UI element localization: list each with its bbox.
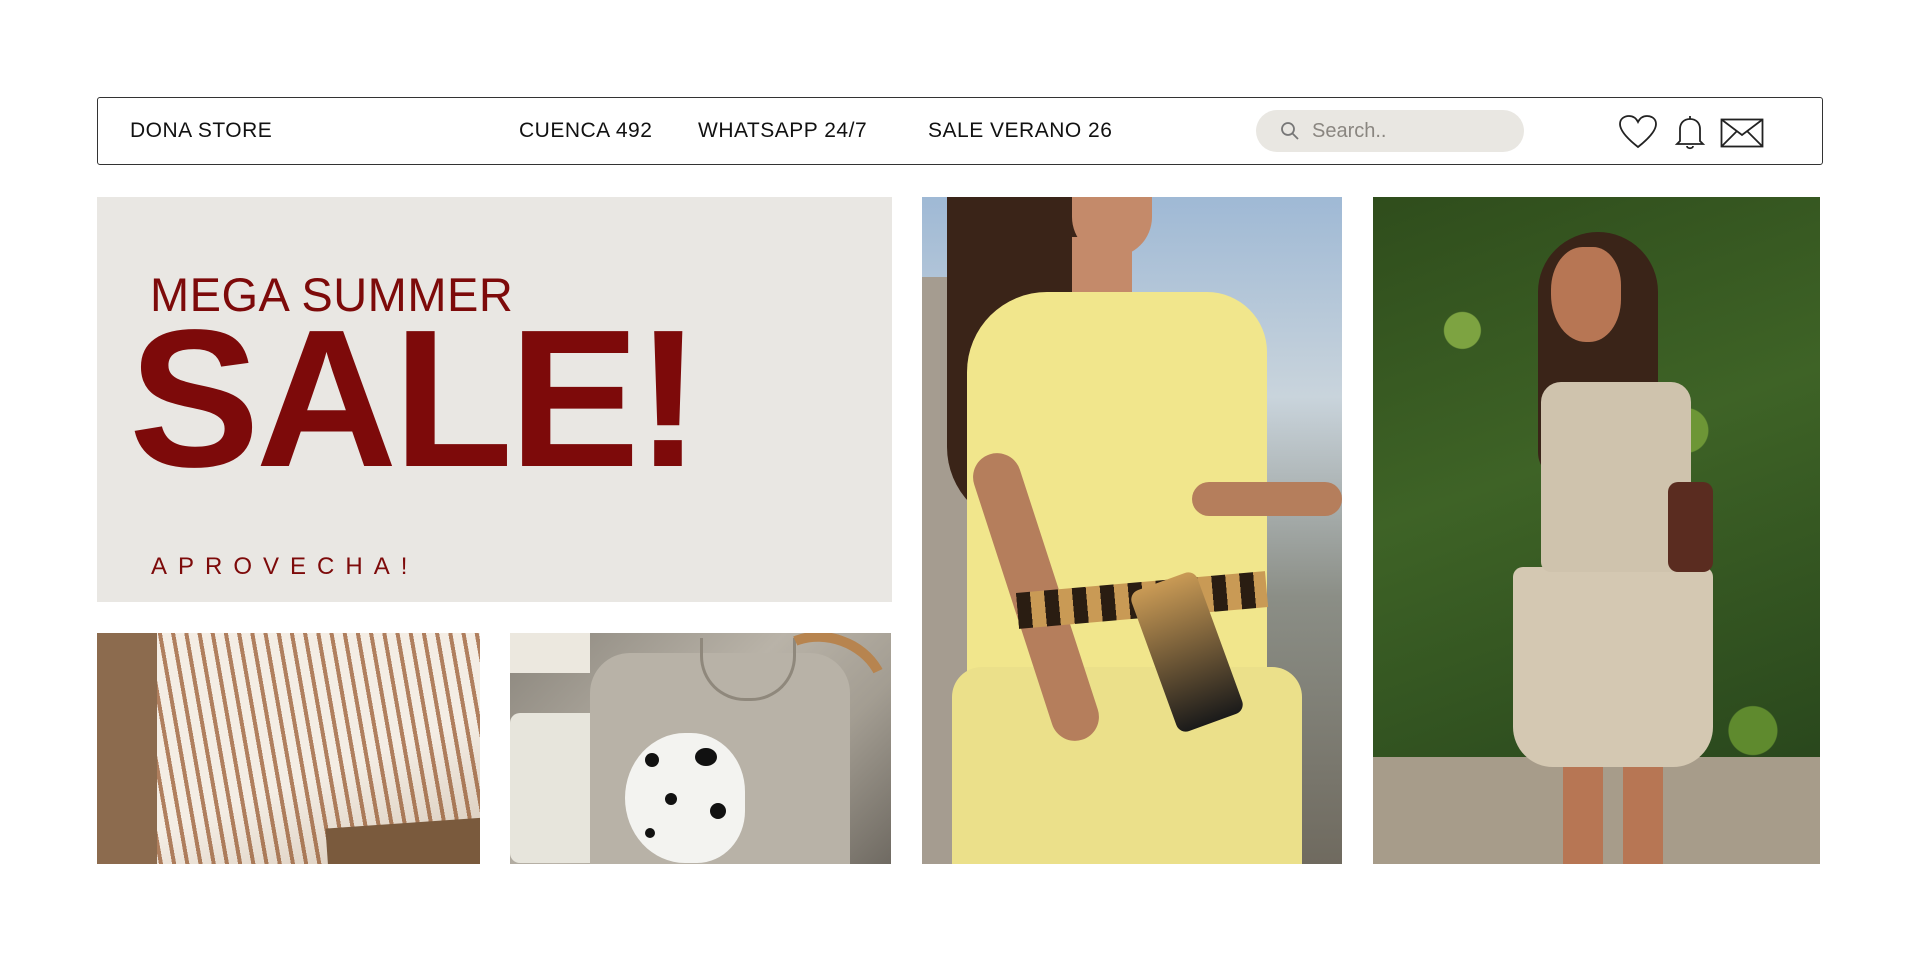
product-photo-striped-knit[interactable] (97, 633, 480, 864)
product-photo-yellow-dress[interactable] (922, 197, 1342, 864)
photo-floor-corner (325, 817, 480, 864)
photo-floor (97, 633, 157, 864)
photo-model-leg (1563, 757, 1603, 864)
photo-model-face (1551, 247, 1621, 342)
search-box[interactable] (1256, 110, 1524, 152)
promo-tagline: APROVECHA! (151, 553, 419, 580)
promo-banner[interactable]: MEGA SUMMER SALE! APROVECHA! (97, 197, 892, 602)
photo-leather-bag (1668, 482, 1713, 572)
product-photo-beige-set[interactable] (1373, 197, 1820, 864)
photo-model-leg (1623, 757, 1663, 864)
bell-icon[interactable] (1674, 114, 1706, 155)
heart-icon[interactable] (1618, 114, 1658, 155)
nav-link-address[interactable]: CUENCA 492 (519, 119, 652, 143)
nav-link-sale[interactable]: SALE VERANO 26 (928, 119, 1112, 143)
photo-ruffle-skirt (1513, 567, 1713, 767)
brand-name[interactable]: DONA STORE (130, 119, 272, 143)
photo-model-arm (1192, 482, 1342, 516)
product-photo-dalmatian-tee[interactable] (510, 633, 891, 864)
nav-link-whatsapp[interactable]: WHATSAPP 24/7 (698, 119, 867, 143)
top-navigation-bar: DONA STORE CUENCA 492 WHATSAPP 24/7 SALE… (97, 97, 1823, 165)
photo-model-neck (1072, 237, 1132, 297)
search-icon (1281, 122, 1299, 140)
search-input[interactable] (1310, 118, 1514, 144)
photo-dalmatian-print (625, 733, 745, 863)
mail-icon[interactable] (1720, 118, 1764, 153)
photo-fabric-corner (510, 633, 590, 673)
promo-headline: SALE! (129, 289, 701, 508)
photo-yellow-skirt (952, 667, 1302, 864)
